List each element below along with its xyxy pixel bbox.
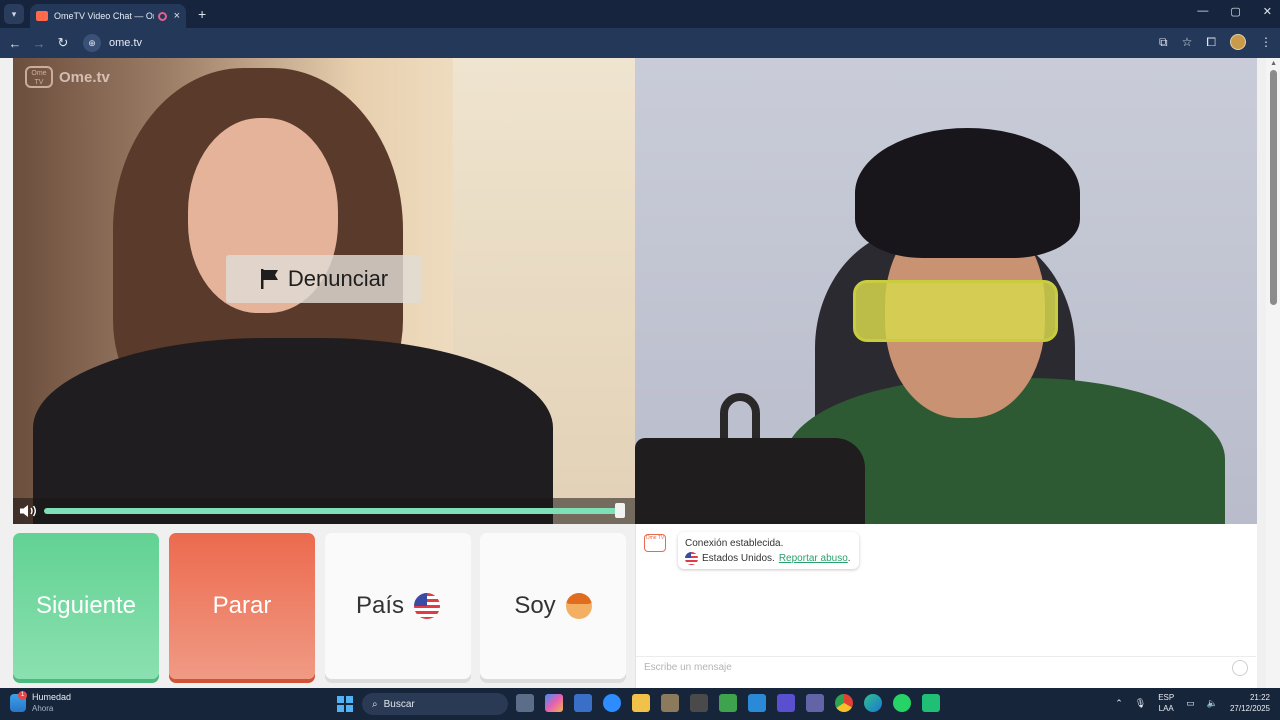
flag-icon bbox=[260, 268, 280, 290]
android-app-icon[interactable] bbox=[922, 694, 940, 712]
report-abuse-link[interactable]: Reportar abuso bbox=[779, 553, 848, 564]
menu-kebab-icon[interactable]: ⋮ bbox=[1260, 35, 1272, 49]
edge-icon[interactable] bbox=[864, 694, 882, 712]
weather-title: Humedad bbox=[32, 692, 72, 702]
ometv-chat-logo-icon: Ome TV bbox=[644, 534, 666, 552]
browser-tabbar: ▾ OmeTV Video Chat — Ome × + — ▢ ✕ bbox=[0, 0, 1280, 28]
us-flag-icon bbox=[414, 593, 441, 619]
page-content: Ome TV Ome.tv Denunciar Siguiente Parar bbox=[0, 58, 1280, 688]
maximize-button[interactable]: ▢ bbox=[1230, 5, 1240, 18]
scrollbar-thumb[interactable] bbox=[1270, 70, 1277, 305]
minecraft-icon[interactable] bbox=[719, 694, 737, 712]
message-input-bar bbox=[636, 656, 1256, 678]
vscode-icon[interactable] bbox=[748, 694, 766, 712]
boy-avatar-icon bbox=[565, 593, 592, 619]
profile-avatar[interactable] bbox=[1230, 34, 1246, 50]
report-button[interactable]: Denunciar bbox=[226, 255, 422, 303]
emoji-icon[interactable] bbox=[1232, 660, 1248, 676]
page-scrollbar[interactable]: ▲ bbox=[1266, 58, 1280, 688]
ometv-logo-icon: Ome TV bbox=[25, 66, 53, 88]
taskbar: 1 Humedad Ahora ⌕ Buscar ⌃ 🎙 ESP LAA ▭ 🔈… bbox=[0, 688, 1280, 720]
search-label: Buscar bbox=[383, 698, 415, 710]
ometv-favicon-icon bbox=[36, 11, 48, 21]
self-video bbox=[635, 58, 1257, 524]
close-tab-icon[interactable]: × bbox=[174, 10, 180, 22]
volume-icon[interactable]: 🔈 bbox=[1207, 698, 1218, 709]
weather-widget[interactable]: 1 Humedad Ahora bbox=[10, 691, 72, 714]
ometv-logo: Ome TV Ome.tv bbox=[25, 66, 110, 88]
window-controls: — ▢ ✕ bbox=[1197, 5, 1272, 18]
stop-label: Parar bbox=[212, 592, 272, 619]
scroll-up-icon[interactable]: ▲ bbox=[1270, 60, 1277, 67]
country-button[interactable]: País bbox=[325, 533, 471, 679]
speaker-icon[interactable] bbox=[19, 504, 39, 518]
volume-slider[interactable] bbox=[44, 508, 622, 514]
clock-time: 21:22 bbox=[1249, 693, 1270, 702]
minimize-button[interactable]: — bbox=[1197, 5, 1208, 18]
chrome-icon[interactable] bbox=[835, 694, 853, 712]
volume-slider-handle[interactable] bbox=[615, 503, 625, 518]
language-indicator[interactable]: ESP LAA bbox=[1158, 692, 1174, 714]
bookmark-star-icon[interactable]: ☆ bbox=[1182, 35, 1193, 49]
browser-toolbar: ← → ↻ ⊕ ome.tv ⧉ ☆ ⧠ ⋮ bbox=[0, 28, 1280, 58]
close-window-button[interactable]: ✕ bbox=[1263, 5, 1272, 18]
address-bar[interactable]: ⊕ ome.tv bbox=[80, 32, 1130, 54]
notification-badge: 1 bbox=[18, 691, 27, 700]
country-label: País bbox=[355, 592, 405, 619]
clock[interactable]: 21:22 27/12/2025 bbox=[1230, 692, 1270, 714]
tab-search-icon[interactable]: ▾ bbox=[4, 4, 24, 24]
microphone-icon[interactable]: 🎙 bbox=[1135, 698, 1146, 709]
recording-icon bbox=[157, 11, 167, 21]
stop-button[interactable]: Parar bbox=[169, 533, 315, 679]
partner-video: Ome TV Ome.tv Denunciar bbox=[13, 58, 635, 524]
forward-arrow-icon[interactable]: → bbox=[27, 36, 51, 51]
volume-control bbox=[13, 498, 635, 524]
site-info-icon[interactable]: ⊕ bbox=[83, 34, 101, 52]
gender-button[interactable]: Soy bbox=[480, 533, 626, 679]
extensions-icon[interactable]: ⧠ bbox=[1206, 35, 1216, 50]
gender-label: Soy bbox=[514, 592, 556, 619]
connection-text: Conexión establecida. bbox=[685, 538, 784, 549]
new-tab-button[interactable]: + bbox=[198, 6, 206, 22]
back-arrow-icon[interactable]: ← bbox=[3, 36, 27, 51]
jetbrains-icon[interactable] bbox=[777, 694, 795, 712]
logo-text: Ome.tv bbox=[59, 68, 110, 86]
url-text[interactable]: ome.tv bbox=[109, 37, 142, 49]
file-explorer-icon[interactable] bbox=[632, 694, 650, 712]
next-button[interactable]: Siguiente bbox=[13, 533, 159, 679]
weather-icon: 1 bbox=[10, 691, 27, 712]
next-label: Siguiente bbox=[35, 592, 137, 619]
pinned-apps bbox=[516, 694, 940, 712]
chevron-up-icon[interactable]: ⌃ bbox=[1115, 698, 1123, 709]
chat-panel: Ome TV Conexión establecida. Estados Uni… bbox=[635, 524, 1257, 688]
store-icon[interactable] bbox=[574, 694, 592, 712]
whatsapp-icon[interactable] bbox=[893, 694, 911, 712]
reload-icon[interactable]: ↻ bbox=[51, 35, 75, 51]
install-app-icon[interactable]: ⧉ bbox=[1159, 35, 1168, 50]
toolbar-actions: ⧉ ☆ ⧠ ⋮ bbox=[1159, 34, 1272, 50]
search-icon: ⌕ bbox=[372, 698, 378, 710]
steam-game-icon[interactable] bbox=[690, 694, 708, 712]
weather-subtitle: Ahora bbox=[32, 704, 54, 713]
copilot-icon[interactable] bbox=[545, 694, 563, 712]
system-tray: ⌃ 🎙 ESP LAA ▭ 🔈 21:22 27/12/2025 bbox=[1115, 692, 1270, 714]
network-icon[interactable]: ▭ bbox=[1186, 698, 1195, 709]
tab-title: OmeTV Video Chat — Ome bbox=[53, 11, 154, 21]
browser-tab[interactable]: OmeTV Video Chat — Ome × bbox=[30, 4, 186, 28]
clock-date: 27/12/2025 bbox=[1229, 704, 1270, 713]
country-text: Estados Unidos. bbox=[702, 553, 775, 564]
us-flag-icon bbox=[685, 552, 698, 565]
game-app-icon[interactable] bbox=[661, 694, 679, 712]
task-view-icon[interactable] bbox=[516, 694, 534, 712]
message-input[interactable] bbox=[644, 662, 1204, 673]
report-label: Denunciar bbox=[287, 266, 389, 291]
windows-start-icon[interactable] bbox=[337, 696, 353, 712]
teams-icon[interactable] bbox=[806, 694, 824, 712]
taskbar-search[interactable]: ⌕ Buscar bbox=[362, 693, 508, 715]
system-message: Conexión establecida. Estados Unidos. Re… bbox=[678, 532, 859, 569]
zoom-icon[interactable] bbox=[603, 694, 621, 712]
